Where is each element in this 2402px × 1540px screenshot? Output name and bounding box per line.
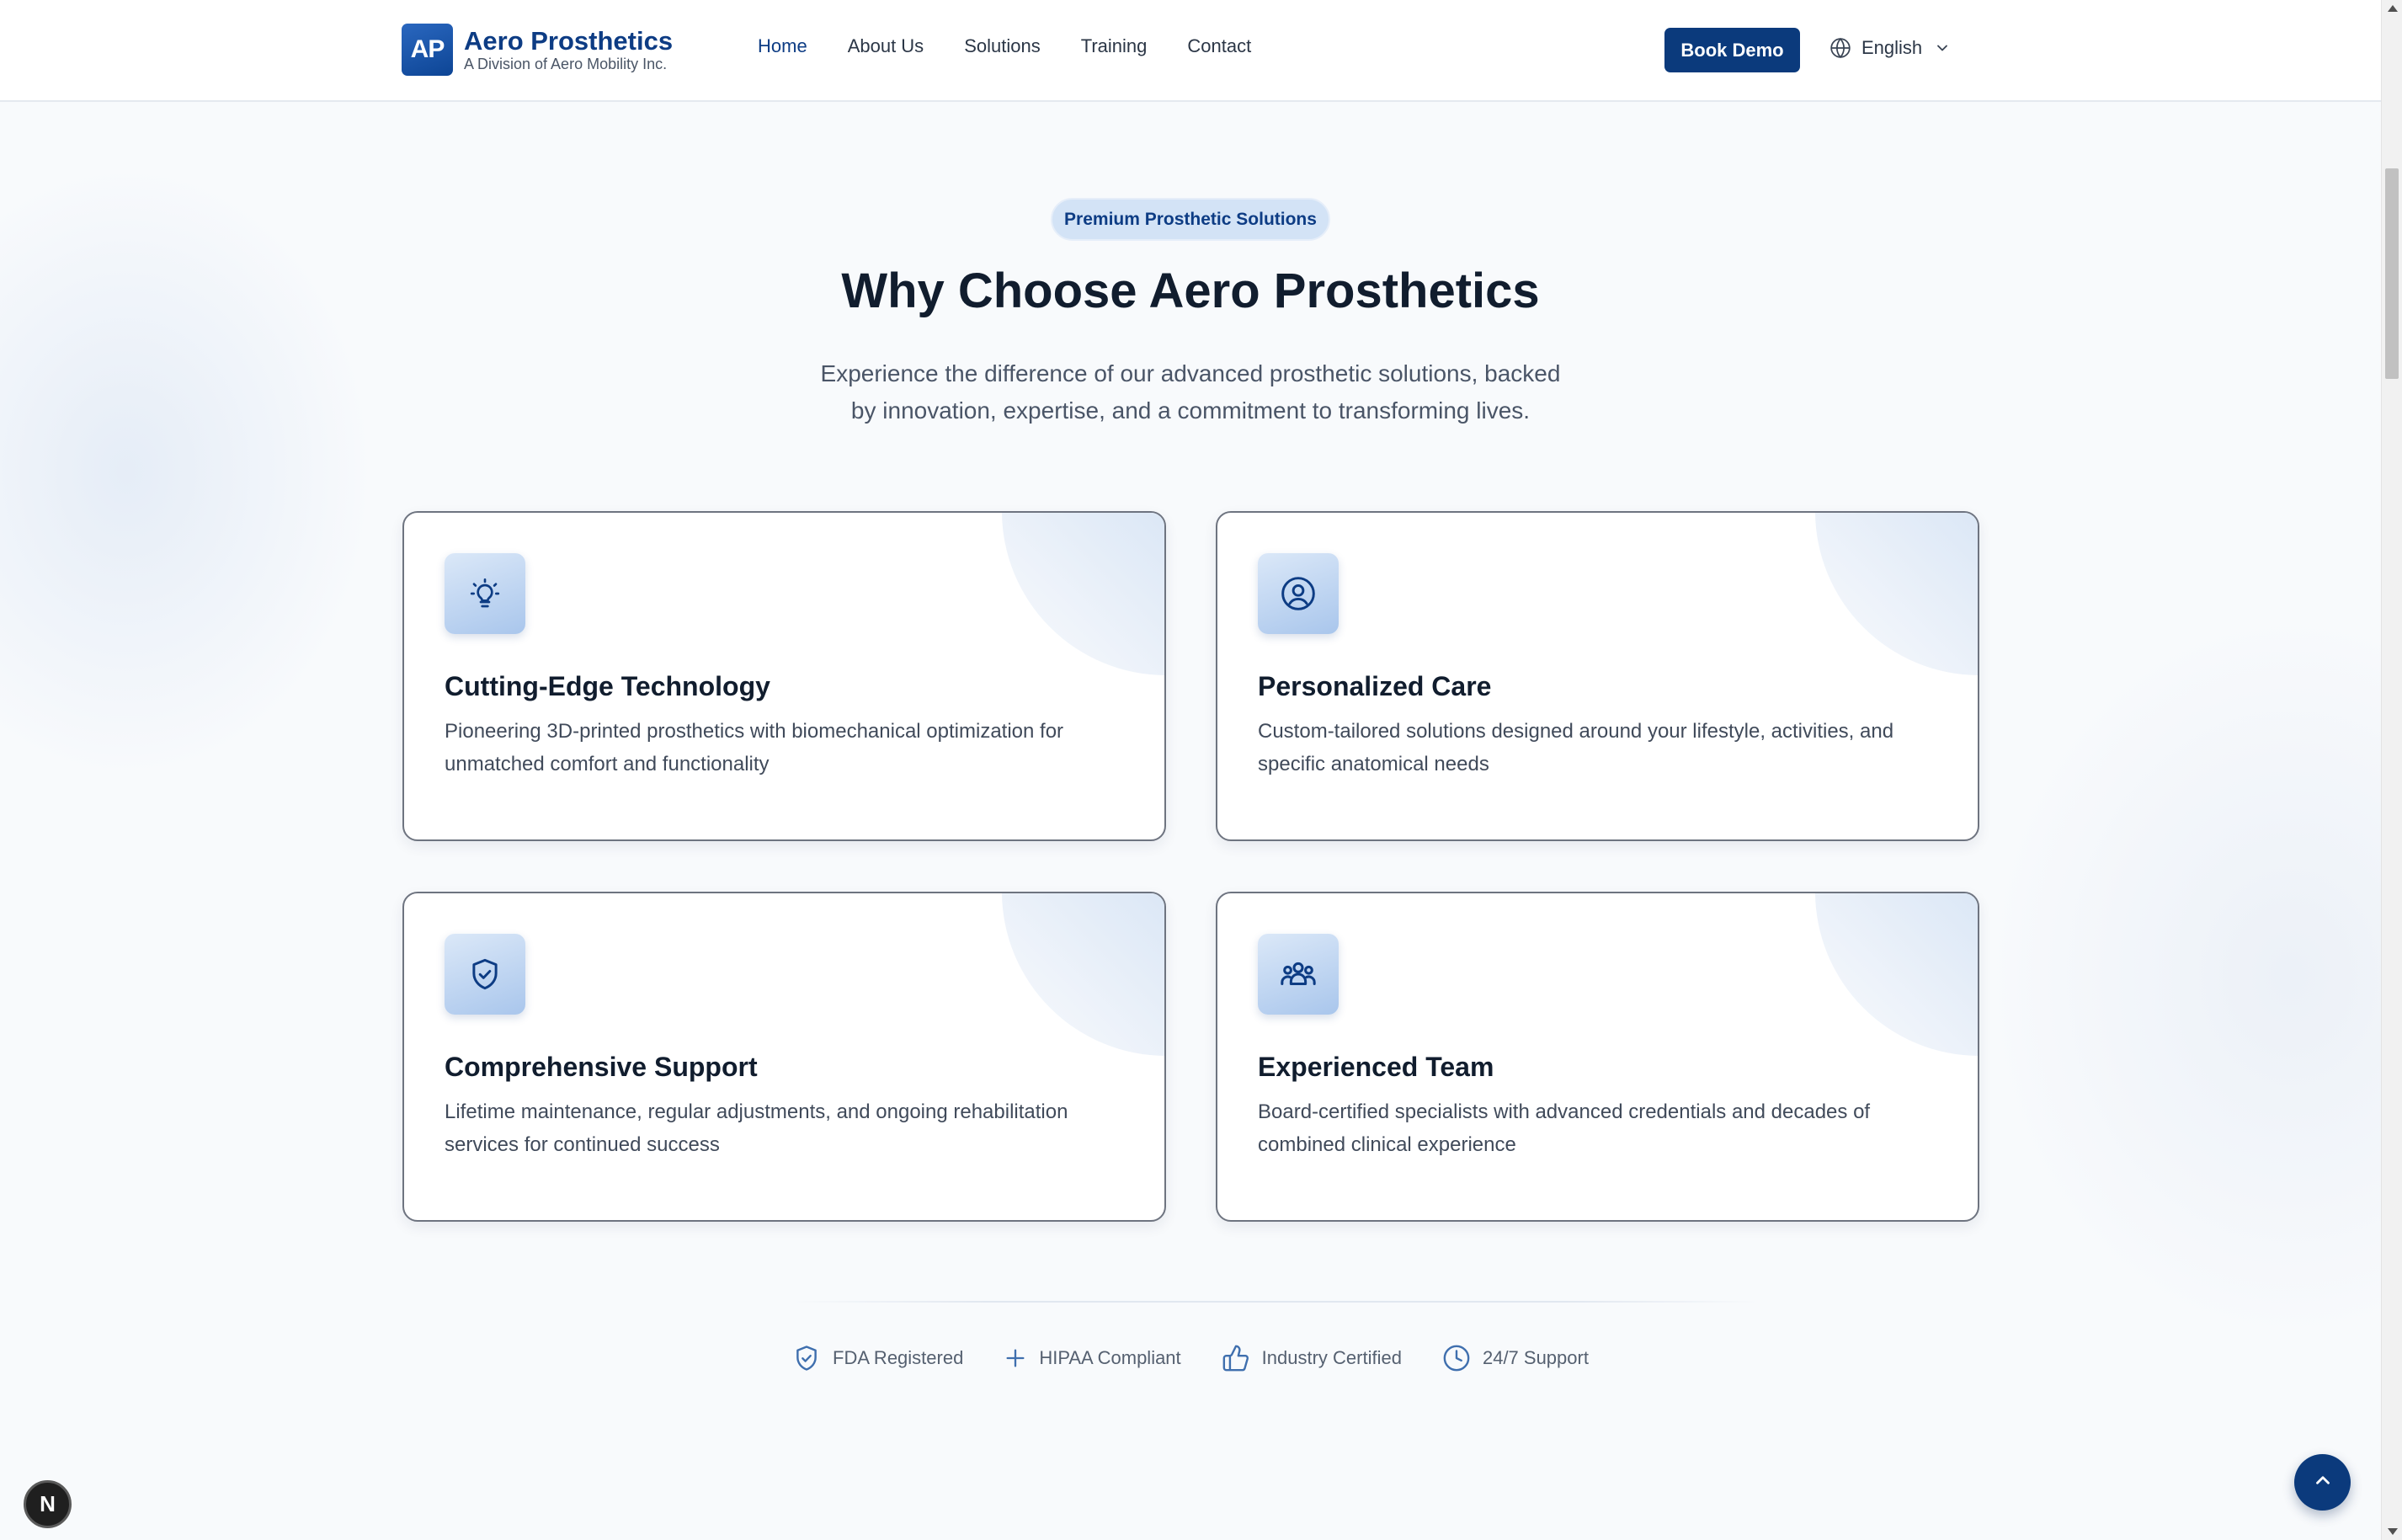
- globe-icon: [1829, 37, 1851, 59]
- dev-tools-button[interactable]: N: [24, 1480, 72, 1528]
- site-header: AP Aero Prosthetics A Division of Aero M…: [0, 0, 2381, 102]
- book-demo-button[interactable]: Book Demo: [1664, 28, 1800, 72]
- section-subtitle: Experience the difference of our advance…: [820, 360, 1561, 424]
- badge-label: FDA Registered: [833, 1347, 964, 1368]
- premium-badge: Premium Prosthetic Solutions: [1051, 198, 1330, 241]
- feature-card-support: Comprehensive Support Lifetime maintenan…: [402, 892, 1166, 1222]
- card-decoration: [1002, 513, 1164, 675]
- back-to-top-button[interactable]: [2294, 1454, 2351, 1511]
- vertical-scrollbar[interactable]: [2381, 0, 2402, 1540]
- brand-logo[interactable]: AP Aero Prosthetics A Division of Aero M…: [402, 24, 673, 76]
- badge-industry: Industry Certified: [1222, 1344, 1402, 1372]
- feature-card-personalized: Personalized Care Custom-tailored soluti…: [1216, 511, 1979, 841]
- card-title: Cutting-Edge Technology: [445, 671, 770, 701]
- card-decoration: [1815, 513, 1978, 675]
- plus-icon: [1004, 1346, 1039, 1370]
- card-decoration: [1002, 893, 1164, 1056]
- divider: [791, 1301, 1760, 1303]
- scroll-up-arrow[interactable]: [2388, 5, 2398, 12]
- card-title: Experienced Team: [1258, 1052, 1494, 1082]
- user-circle-icon: [1258, 553, 1339, 634]
- trust-badges: FDA Registered HIPAA Compliant Industry …: [0, 1344, 2381, 1372]
- badge-label: 24/7 Support: [1482, 1347, 1589, 1368]
- scroll-thumb[interactable]: [2385, 168, 2399, 379]
- main-nav: Home About Us Solutions Training Contact: [758, 34, 1292, 59]
- badge-support: 24/7 Support: [1442, 1344, 1589, 1372]
- badge-fda: FDA Registered: [792, 1344, 963, 1372]
- chevron-up-icon: [2312, 1469, 2334, 1495]
- card-description: Board-certified specialists with advance…: [1258, 1100, 1871, 1156]
- page: AP Aero Prosthetics A Division of Aero M…: [0, 0, 2402, 1540]
- badge-label: Industry Certified: [1261, 1347, 1402, 1368]
- card-title: Comprehensive Support: [445, 1052, 758, 1082]
- card-title: Personalized Care: [1258, 671, 1492, 701]
- nav-solutions[interactable]: Solutions: [964, 34, 1041, 59]
- card-description: Custom-tailored solutions designed aroun…: [1258, 720, 1894, 775]
- language-label: English: [1861, 37, 1923, 58]
- shield-check-icon: [445, 934, 525, 1015]
- logo-mark: AP: [402, 24, 453, 76]
- brand-tagline: A Division of Aero Mobility Inc.: [464, 56, 668, 72]
- feature-card-technology: Cutting-Edge Technology Pioneering 3D-pr…: [402, 511, 1166, 841]
- badge-label: HIPAA Compliant: [1039, 1347, 1181, 1368]
- nav-contact[interactable]: Contact: [1187, 34, 1251, 59]
- feature-card-team: Experienced Team Board-certified special…: [1216, 892, 1979, 1222]
- nav-training[interactable]: Training: [1081, 34, 1148, 59]
- card-description: Lifetime maintenance, regular adjustment…: [445, 1100, 1068, 1156]
- nav-home[interactable]: Home: [758, 34, 807, 59]
- card-description: Pioneering 3D-printed prosthetics with b…: [445, 720, 1064, 775]
- team-icon: [1258, 934, 1339, 1015]
- badge-hipaa: HIPAA Compliant: [1004, 1346, 1181, 1370]
- shield-check-icon: [792, 1344, 833, 1372]
- card-decoration: [1815, 893, 1978, 1056]
- chevron-down-icon: [1934, 40, 1951, 56]
- nav-about-us[interactable]: About Us: [848, 34, 924, 59]
- brand-name: Aero Prosthetics: [464, 26, 674, 56]
- scroll-down-arrow[interactable]: [2388, 1528, 2398, 1535]
- clock-icon: [1442, 1344, 1483, 1372]
- section-title: Why Choose Aero Prosthetics: [841, 264, 1540, 318]
- logo-text: Aero Prosthetics A Division of Aero Mobi…: [464, 26, 674, 73]
- language-selector[interactable]: English: [1829, 37, 1951, 59]
- lightbulb-icon: [445, 553, 525, 634]
- thumbs-up-icon: [1222, 1344, 1262, 1372]
